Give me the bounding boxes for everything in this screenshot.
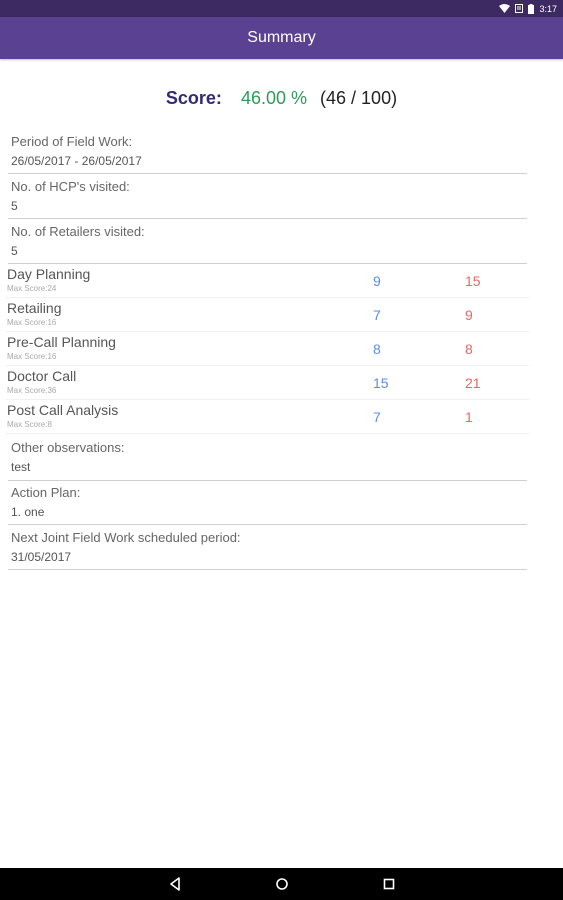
action-plan-value: 1. one bbox=[11, 505, 45, 519]
notification-icon bbox=[515, 4, 524, 13]
battery-icon bbox=[528, 3, 535, 14]
section-max-score: Max Score:8 bbox=[7, 420, 52, 429]
observations-label: Other observations: bbox=[11, 440, 125, 455]
hcp-label: No. of HCP's visited: bbox=[11, 179, 130, 194]
observations-block: Other observations: test bbox=[8, 440, 527, 481]
retailers-label: No. of Retailers visited: bbox=[11, 224, 145, 239]
navigation-bar bbox=[0, 868, 563, 900]
hcp-block: No. of HCP's visited: 5 bbox=[8, 179, 527, 219]
next-period-value: 31/05/2017 bbox=[11, 550, 72, 564]
section-name: Doctor Call bbox=[7, 368, 77, 384]
period-block: Period of Field Work: 26/05/2017 - 26/05… bbox=[8, 134, 527, 174]
period-value: 26/05/2017 - 26/05/2017 bbox=[11, 154, 142, 168]
section-name: Day Planning bbox=[7, 266, 91, 282]
next-period-label: Next Joint Field Work scheduled period: bbox=[11, 530, 241, 545]
section-max-score: Max Score:16 bbox=[7, 318, 57, 327]
score-summary: Score: 46.00 % (46 / 100) bbox=[0, 86, 563, 110]
status-bar: 3:17 bbox=[0, 0, 563, 17]
section-score-a: 7 bbox=[373, 307, 381, 323]
section-row-post-call-analysis: Post Call Analysis Max Score:8 7 1 bbox=[6, 400, 529, 434]
score-percent: 46.00 % bbox=[240, 88, 308, 108]
action-plan-block: Action Plan: 1. one bbox=[8, 485, 527, 525]
app-bar: Summary bbox=[0, 17, 563, 59]
section-score-b: 9 bbox=[465, 307, 473, 323]
observations-value: test bbox=[11, 460, 31, 474]
period-label: Period of Field Work: bbox=[11, 134, 133, 149]
section-max-score: Max Score:36 bbox=[7, 386, 57, 395]
section-name: Retailing bbox=[7, 300, 62, 316]
section-score-a: 8 bbox=[373, 341, 381, 357]
next-period-block: Next Joint Field Work scheduled period: … bbox=[8, 530, 527, 570]
section-score-b: 1 bbox=[465, 409, 473, 425]
section-score-b: 21 bbox=[465, 375, 481, 391]
score-raw: (46 / 100) bbox=[320, 88, 398, 108]
section-name: Pre-Call Planning bbox=[7, 334, 116, 350]
retailers-block: No. of Retailers visited: 5 bbox=[8, 224, 527, 264]
hcp-value: 5 bbox=[11, 199, 18, 213]
status-time: 3:17 bbox=[539, 3, 557, 14]
section-max-score: Max Score:16 bbox=[7, 352, 57, 361]
section-row-doctor-call: Doctor Call Max Score:36 15 21 bbox=[6, 366, 529, 400]
section-score-a: 9 bbox=[373, 273, 381, 289]
retailers-value: 5 bbox=[11, 244, 18, 258]
section-score-b: 15 bbox=[465, 273, 481, 289]
score-label: Score: bbox=[165, 88, 222, 108]
action-plan-label: Action Plan: bbox=[11, 485, 81, 500]
wifi-icon bbox=[499, 4, 511, 13]
section-score-a: 7 bbox=[373, 409, 381, 425]
section-max-score: Max Score:24 bbox=[7, 284, 57, 293]
home-icon[interactable] bbox=[274, 876, 290, 897]
section-row-pre-call-planning: Pre-Call Planning Max Score:16 8 8 bbox=[6, 332, 529, 366]
section-name: Post Call Analysis bbox=[7, 402, 119, 418]
section-row-retailing: Retailing Max Score:16 7 9 bbox=[6, 298, 529, 332]
section-row-day-planning: Day Planning Max Score:24 9 15 bbox=[6, 264, 529, 298]
back-icon[interactable] bbox=[168, 876, 184, 897]
page-title: Summary bbox=[247, 29, 316, 46]
section-score-b: 8 bbox=[465, 341, 473, 357]
section-score-a: 15 bbox=[373, 375, 389, 391]
recents-icon[interactable] bbox=[381, 876, 397, 897]
